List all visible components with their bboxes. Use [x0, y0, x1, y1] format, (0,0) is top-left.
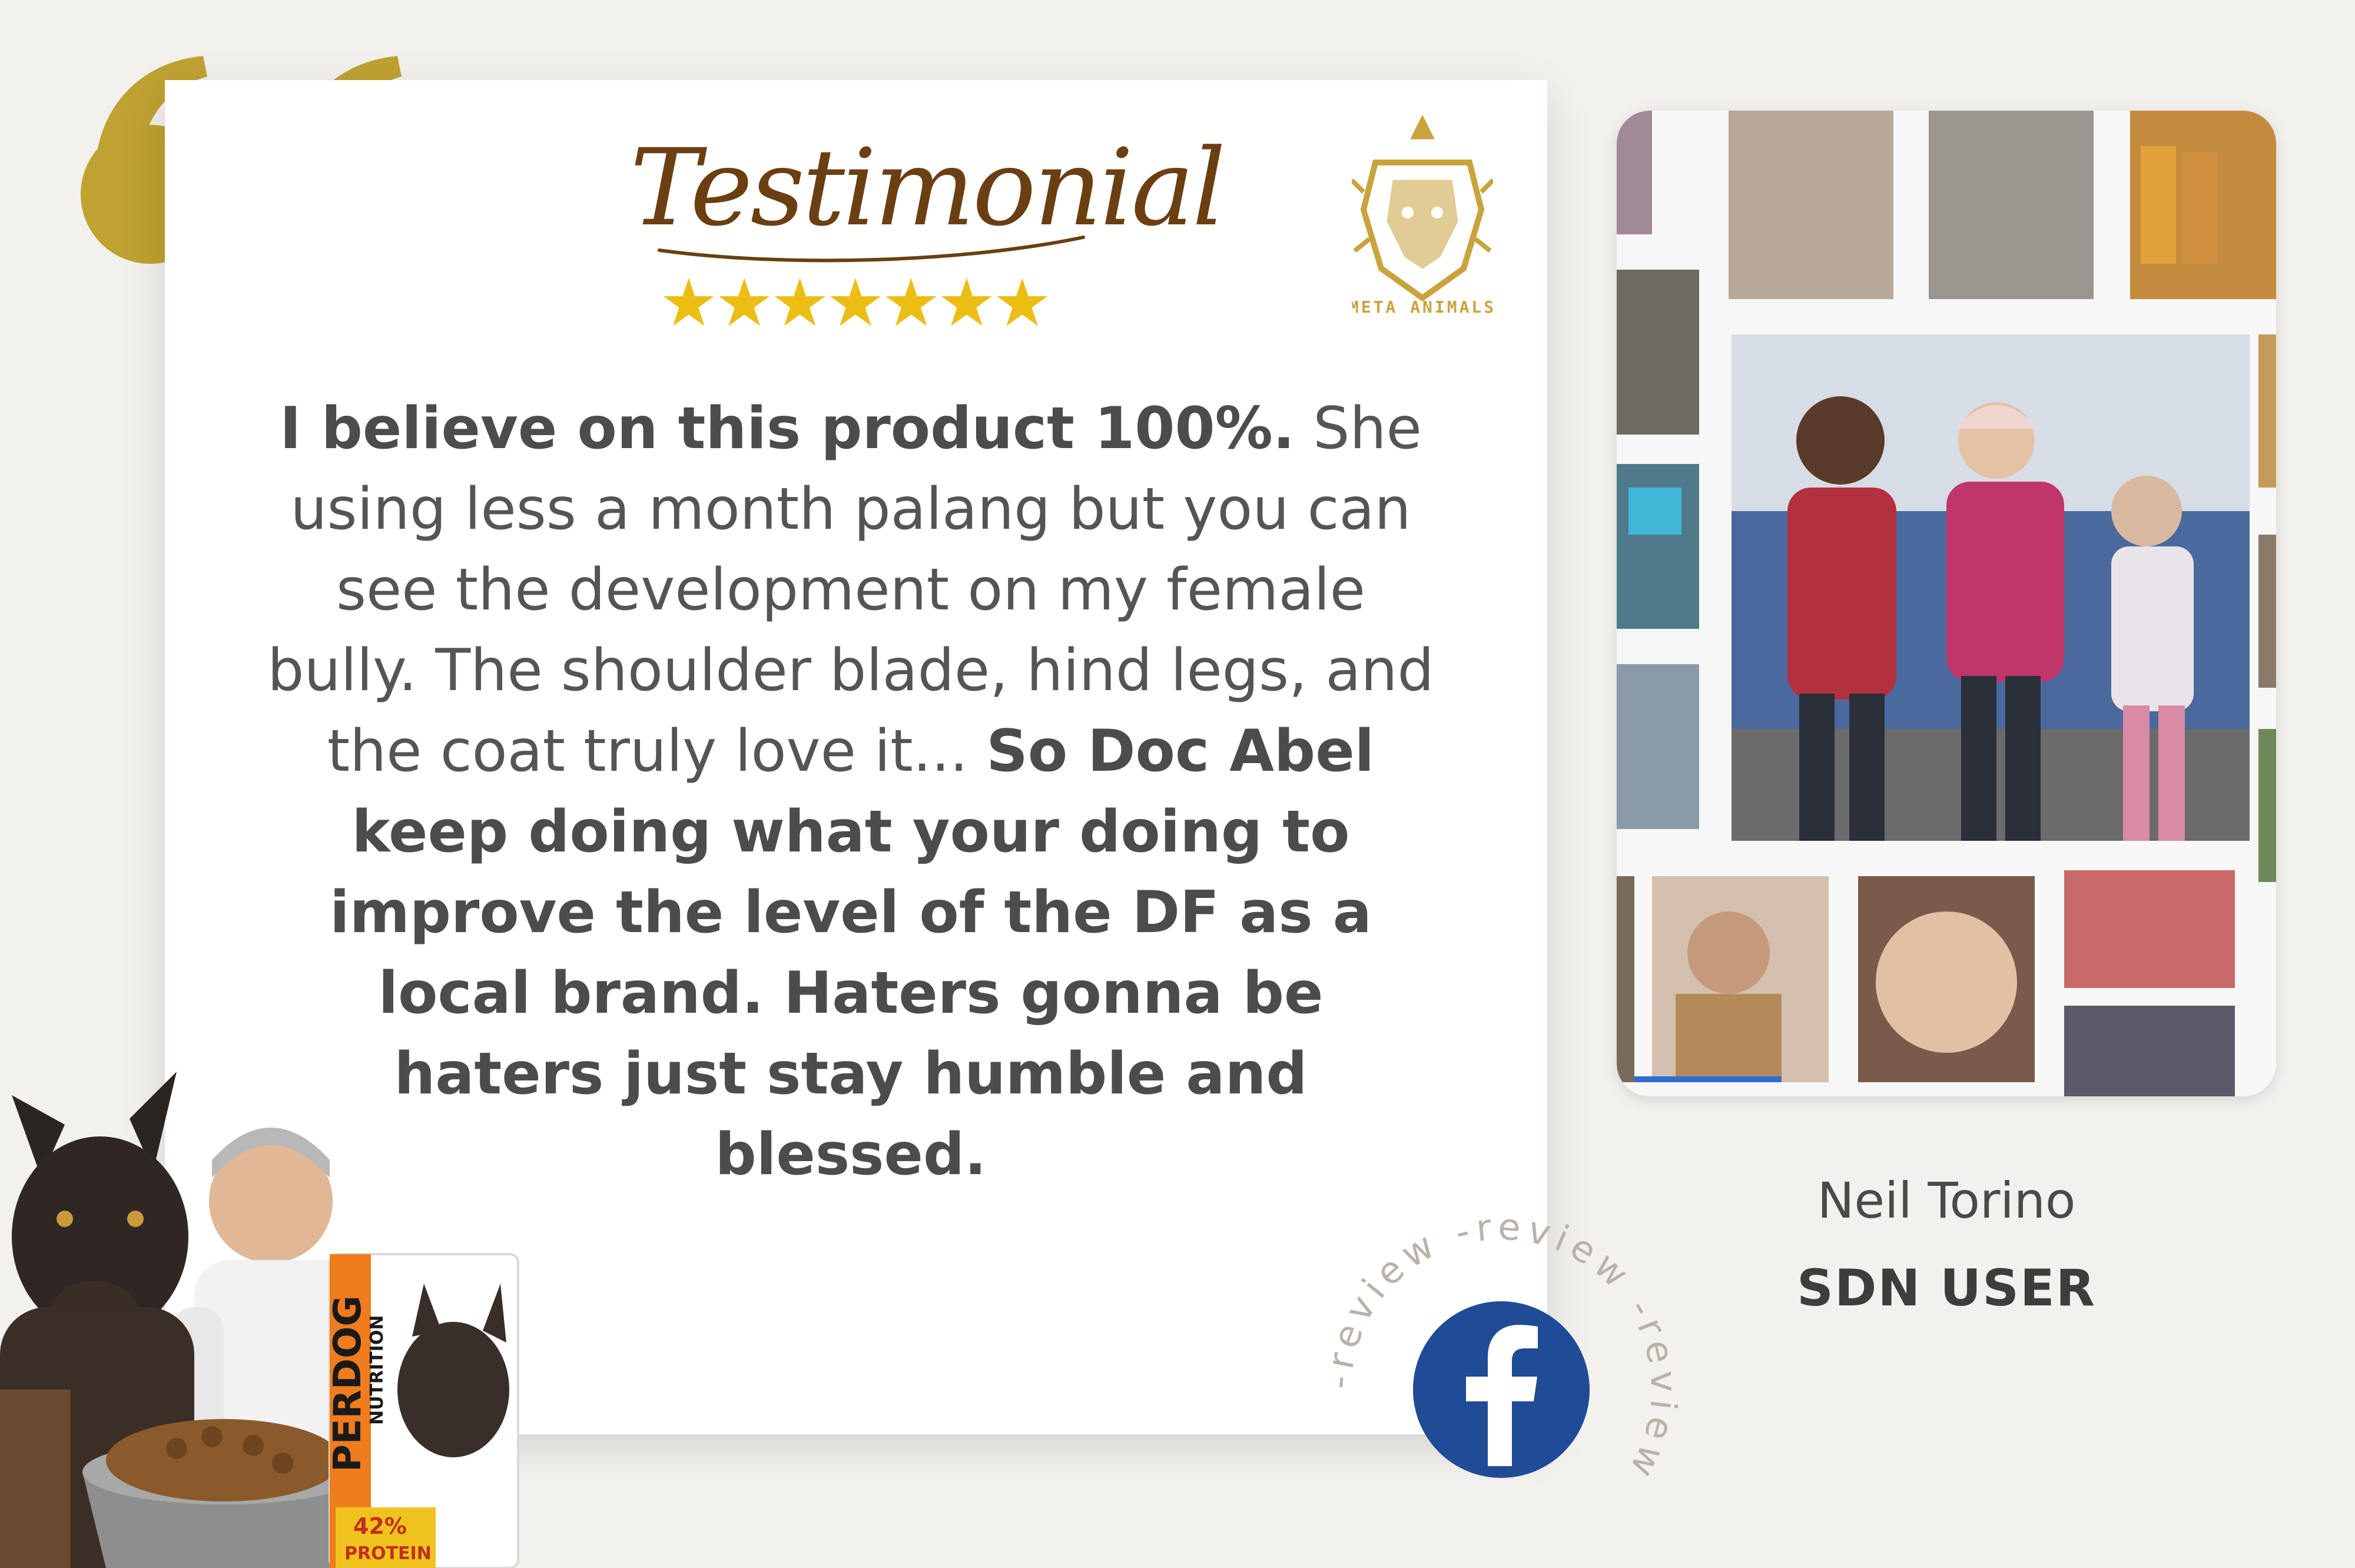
reviewer-name: Neil Torino [1817, 1172, 2076, 1229]
testimonial-bold-opening: I believe on this product 100%. [280, 395, 1295, 462]
product-protein-value: 42% [353, 1513, 407, 1539]
testimonial-title: Testimonial [630, 127, 1226, 250]
product-brand-text: PERDOG [326, 1295, 370, 1472]
meta-animals-logo: META ANIMALS [1352, 114, 1493, 317]
product-sub-text: NUTRITION [367, 1315, 387, 1425]
product-protein-label: PROTEIN [344, 1543, 432, 1564]
logo-text: META ANIMALS [1352, 297, 1493, 317]
reviewer-role: SDN USER [1797, 1259, 2096, 1318]
title-underline-swash [658, 236, 1085, 263]
product-promo-illustration: PERDOG NUTRITION 42% PROTEIN [0, 1072, 519, 1568]
facebook-review-badge: -review -review -review [1325, 1213, 1678, 1490]
reviewer-photo-collage [1617, 111, 2276, 1096]
rating-stars: ★★★★★★★ [659, 265, 1052, 342]
